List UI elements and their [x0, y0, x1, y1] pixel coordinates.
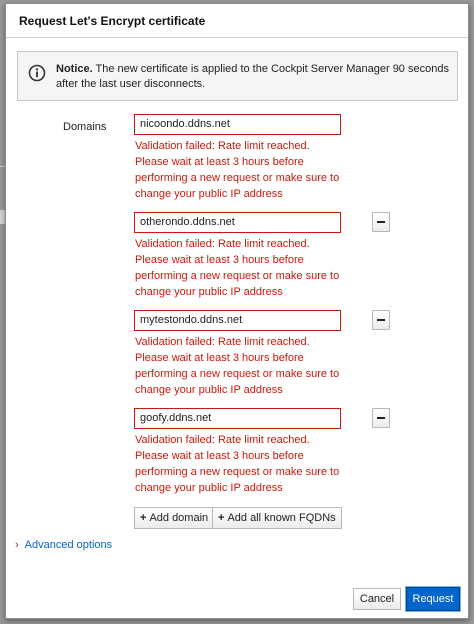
add-all-fqdns-button[interactable]: + Add all known FQDNs — [212, 507, 342, 529]
chevron-right-icon: › — [15, 539, 19, 551]
advanced-options-toggle[interactable]: › Advanced options — [15, 539, 112, 551]
domain-input-2[interactable]: otherondo.ddns.net — [134, 212, 341, 233]
minus-icon — [377, 221, 385, 223]
remove-domain-button-3[interactable] — [372, 310, 390, 330]
domains-label: Domains — [63, 121, 107, 133]
dialog-title: Request Let's Encrypt certificate — [6, 4, 468, 38]
notice-body: The new certificate is applied to the Co… — [56, 63, 449, 90]
domain-input-1[interactable]: nicoondo.ddns.net — [134, 114, 341, 135]
remove-domain-button-2[interactable] — [372, 212, 390, 232]
minus-icon — [377, 417, 385, 419]
plus-icon: + — [218, 512, 225, 524]
add-domain-button[interactable]: + Add domain — [134, 507, 215, 529]
request-button[interactable]: Request — [406, 587, 460, 611]
advanced-options-label: Advanced options — [24, 539, 113, 551]
notice-message: Notice. The new certificate is applied t… — [56, 62, 454, 92]
minus-icon — [377, 319, 385, 321]
notice-alert: Notice. The new certificate is applied t… — [17, 51, 458, 101]
domain-input-3[interactable]: mytestondo.ddns.net — [134, 310, 341, 331]
domain-error-3: Validation failed: Rate limit reached. P… — [135, 336, 340, 396]
domain-error-4: Validation failed: Rate limit reached. P… — [135, 434, 340, 494]
add-fqdns-label: Add all known FQDNs — [227, 512, 336, 524]
request-certificate-dialog: Request Let's Encrypt certificate Notice… — [5, 3, 469, 619]
notice-label: Notice. — [56, 63, 93, 75]
domain-error-2: Validation failed: Rate limit reached. P… — [135, 238, 340, 298]
plus-icon: + — [140, 512, 147, 524]
info-circle-icon — [28, 64, 46, 82]
domain-error-1: Validation failed: Rate limit reached. P… — [135, 140, 340, 200]
cancel-button[interactable]: Cancel — [353, 588, 401, 610]
domain-input-4[interactable]: goofy.ddns.net — [134, 408, 341, 429]
add-domain-label: Add domain — [149, 512, 209, 524]
remove-domain-button-4[interactable] — [372, 408, 390, 428]
